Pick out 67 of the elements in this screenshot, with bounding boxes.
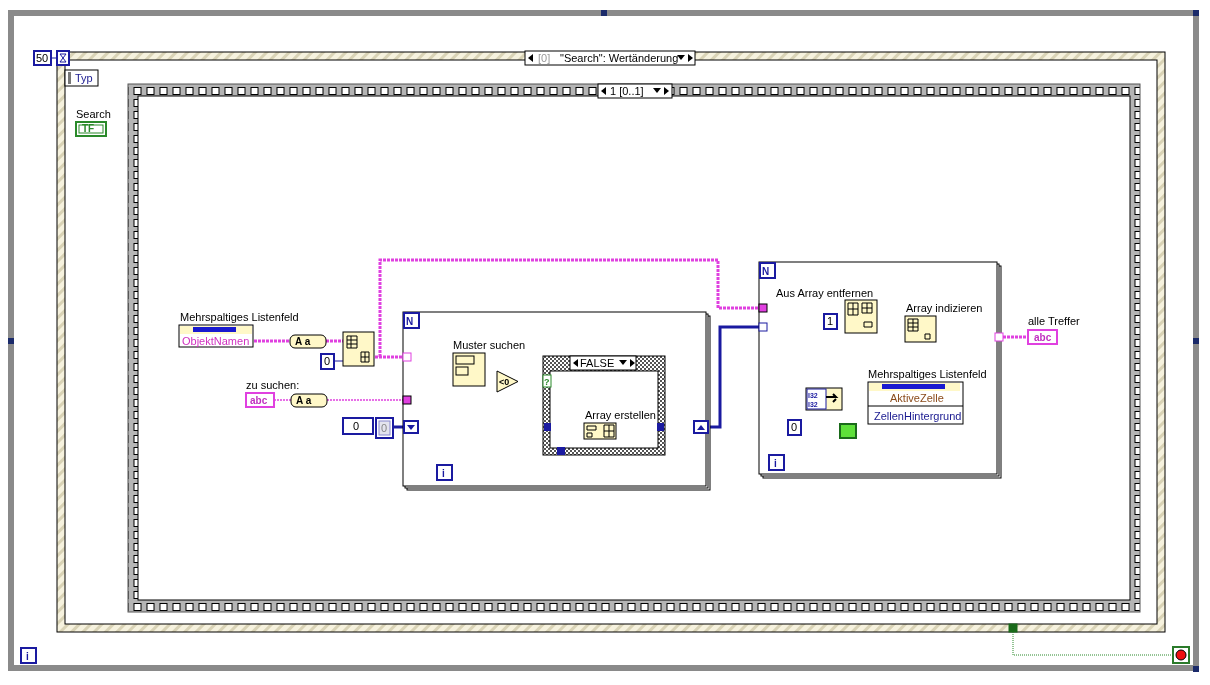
numeric-wire <box>333 360 344 362</box>
string-array-indicator: abc <box>1027 329 1058 345</box>
dropdown-arrow-icon[interactable] <box>619 360 627 365</box>
resize-handle-icon[interactable] <box>1193 338 1199 344</box>
dropdown-arrow-icon[interactable] <box>677 55 685 60</box>
case-convert-node: A a <box>290 393 328 408</box>
string-array-wire <box>326 339 343 343</box>
resize-handle-icon[interactable] <box>601 10 607 16</box>
loop-tunnel <box>1008 623 1018 633</box>
numeric-constant[interactable]: 0 <box>787 419 802 436</box>
increment-arrow-icon[interactable] <box>664 87 669 95</box>
numeric-constant[interactable]: 1 <box>823 313 838 330</box>
sequence-selector[interactable]: 1 [0..1] <box>597 83 673 99</box>
loop-tunnel <box>402 395 412 405</box>
event-selector[interactable]: [0] "Search": Wertänderung <box>524 50 696 66</box>
decrement-arrow-icon[interactable] <box>528 54 533 62</box>
decrement-arrow-icon[interactable] <box>573 359 578 367</box>
numeric-constant[interactable]: 0 <box>320 353 335 370</box>
string-control[interactable]: abc <box>245 392 275 408</box>
match-pattern-node <box>452 352 486 387</box>
node-label: zu suchen: <box>246 379 300 391</box>
node-label: Muster suchen <box>453 339 526 351</box>
case-selector[interactable]: FALSE <box>569 355 637 371</box>
index-array-node <box>904 315 937 343</box>
count-terminal: N <box>403 312 420 329</box>
node-label: Array erstellen <box>585 409 656 421</box>
resize-handle-icon[interactable] <box>1193 666 1199 672</box>
case-convert-node: A a <box>289 334 327 349</box>
string-wire <box>273 399 292 401</box>
string-array-wire <box>1003 335 1028 339</box>
node-label: Mehrspaltiges Listenfeld <box>868 368 987 380</box>
timeout-constant[interactable]: 50 <box>33 50 52 66</box>
stop-icon <box>1172 646 1190 664</box>
case-tunnel <box>557 447 565 455</box>
delete-from-array-node <box>844 299 878 334</box>
count-terminal: N <box>759 262 776 279</box>
index-array-node <box>342 331 375 367</box>
build-array-node <box>583 422 617 440</box>
resize-handle-icon[interactable] <box>8 338 14 344</box>
case-tunnel <box>657 423 664 431</box>
boolean-terminal: TF <box>75 121 107 137</box>
increment-arrow-icon[interactable] <box>630 359 635 367</box>
less-than-zero-node: <0 <box>496 370 519 393</box>
dropdown-arrow-icon[interactable] <box>653 88 661 93</box>
numeric-control[interactable]: 0 <box>342 417 374 435</box>
iteration-terminal: i <box>436 464 453 481</box>
string-array-wire <box>254 339 290 343</box>
resize-handle-icon[interactable] <box>1193 10 1199 16</box>
property-node: ObjektNamen <box>178 324 254 348</box>
terminal-label: Search <box>76 108 111 120</box>
loop-tunnel <box>402 352 412 362</box>
case-selector-terminal: ? <box>542 374 552 388</box>
event-data-node: Typ <box>64 69 99 87</box>
node-label: Aus Array entfernen <box>776 287 874 299</box>
increment-arrow-icon[interactable] <box>688 54 693 62</box>
loop-tunnel <box>994 332 1004 342</box>
node-label: Mehrspaltiges Listenfeld <box>180 311 299 323</box>
node-label: alle Treffer <box>1028 315 1080 327</box>
iteration-terminal: i <box>768 454 785 471</box>
down-arrow-icon <box>407 425 415 430</box>
up-arrow-icon <box>697 425 705 430</box>
case-tunnel <box>544 423 551 431</box>
node-label: Array indizieren <box>906 302 983 314</box>
decrement-arrow-icon[interactable] <box>601 87 606 95</box>
color-constant[interactable] <box>839 423 857 439</box>
iteration-terminal: i <box>20 647 37 664</box>
property-node: AktiveZelle ZellenHintergrund <box>867 381 964 425</box>
